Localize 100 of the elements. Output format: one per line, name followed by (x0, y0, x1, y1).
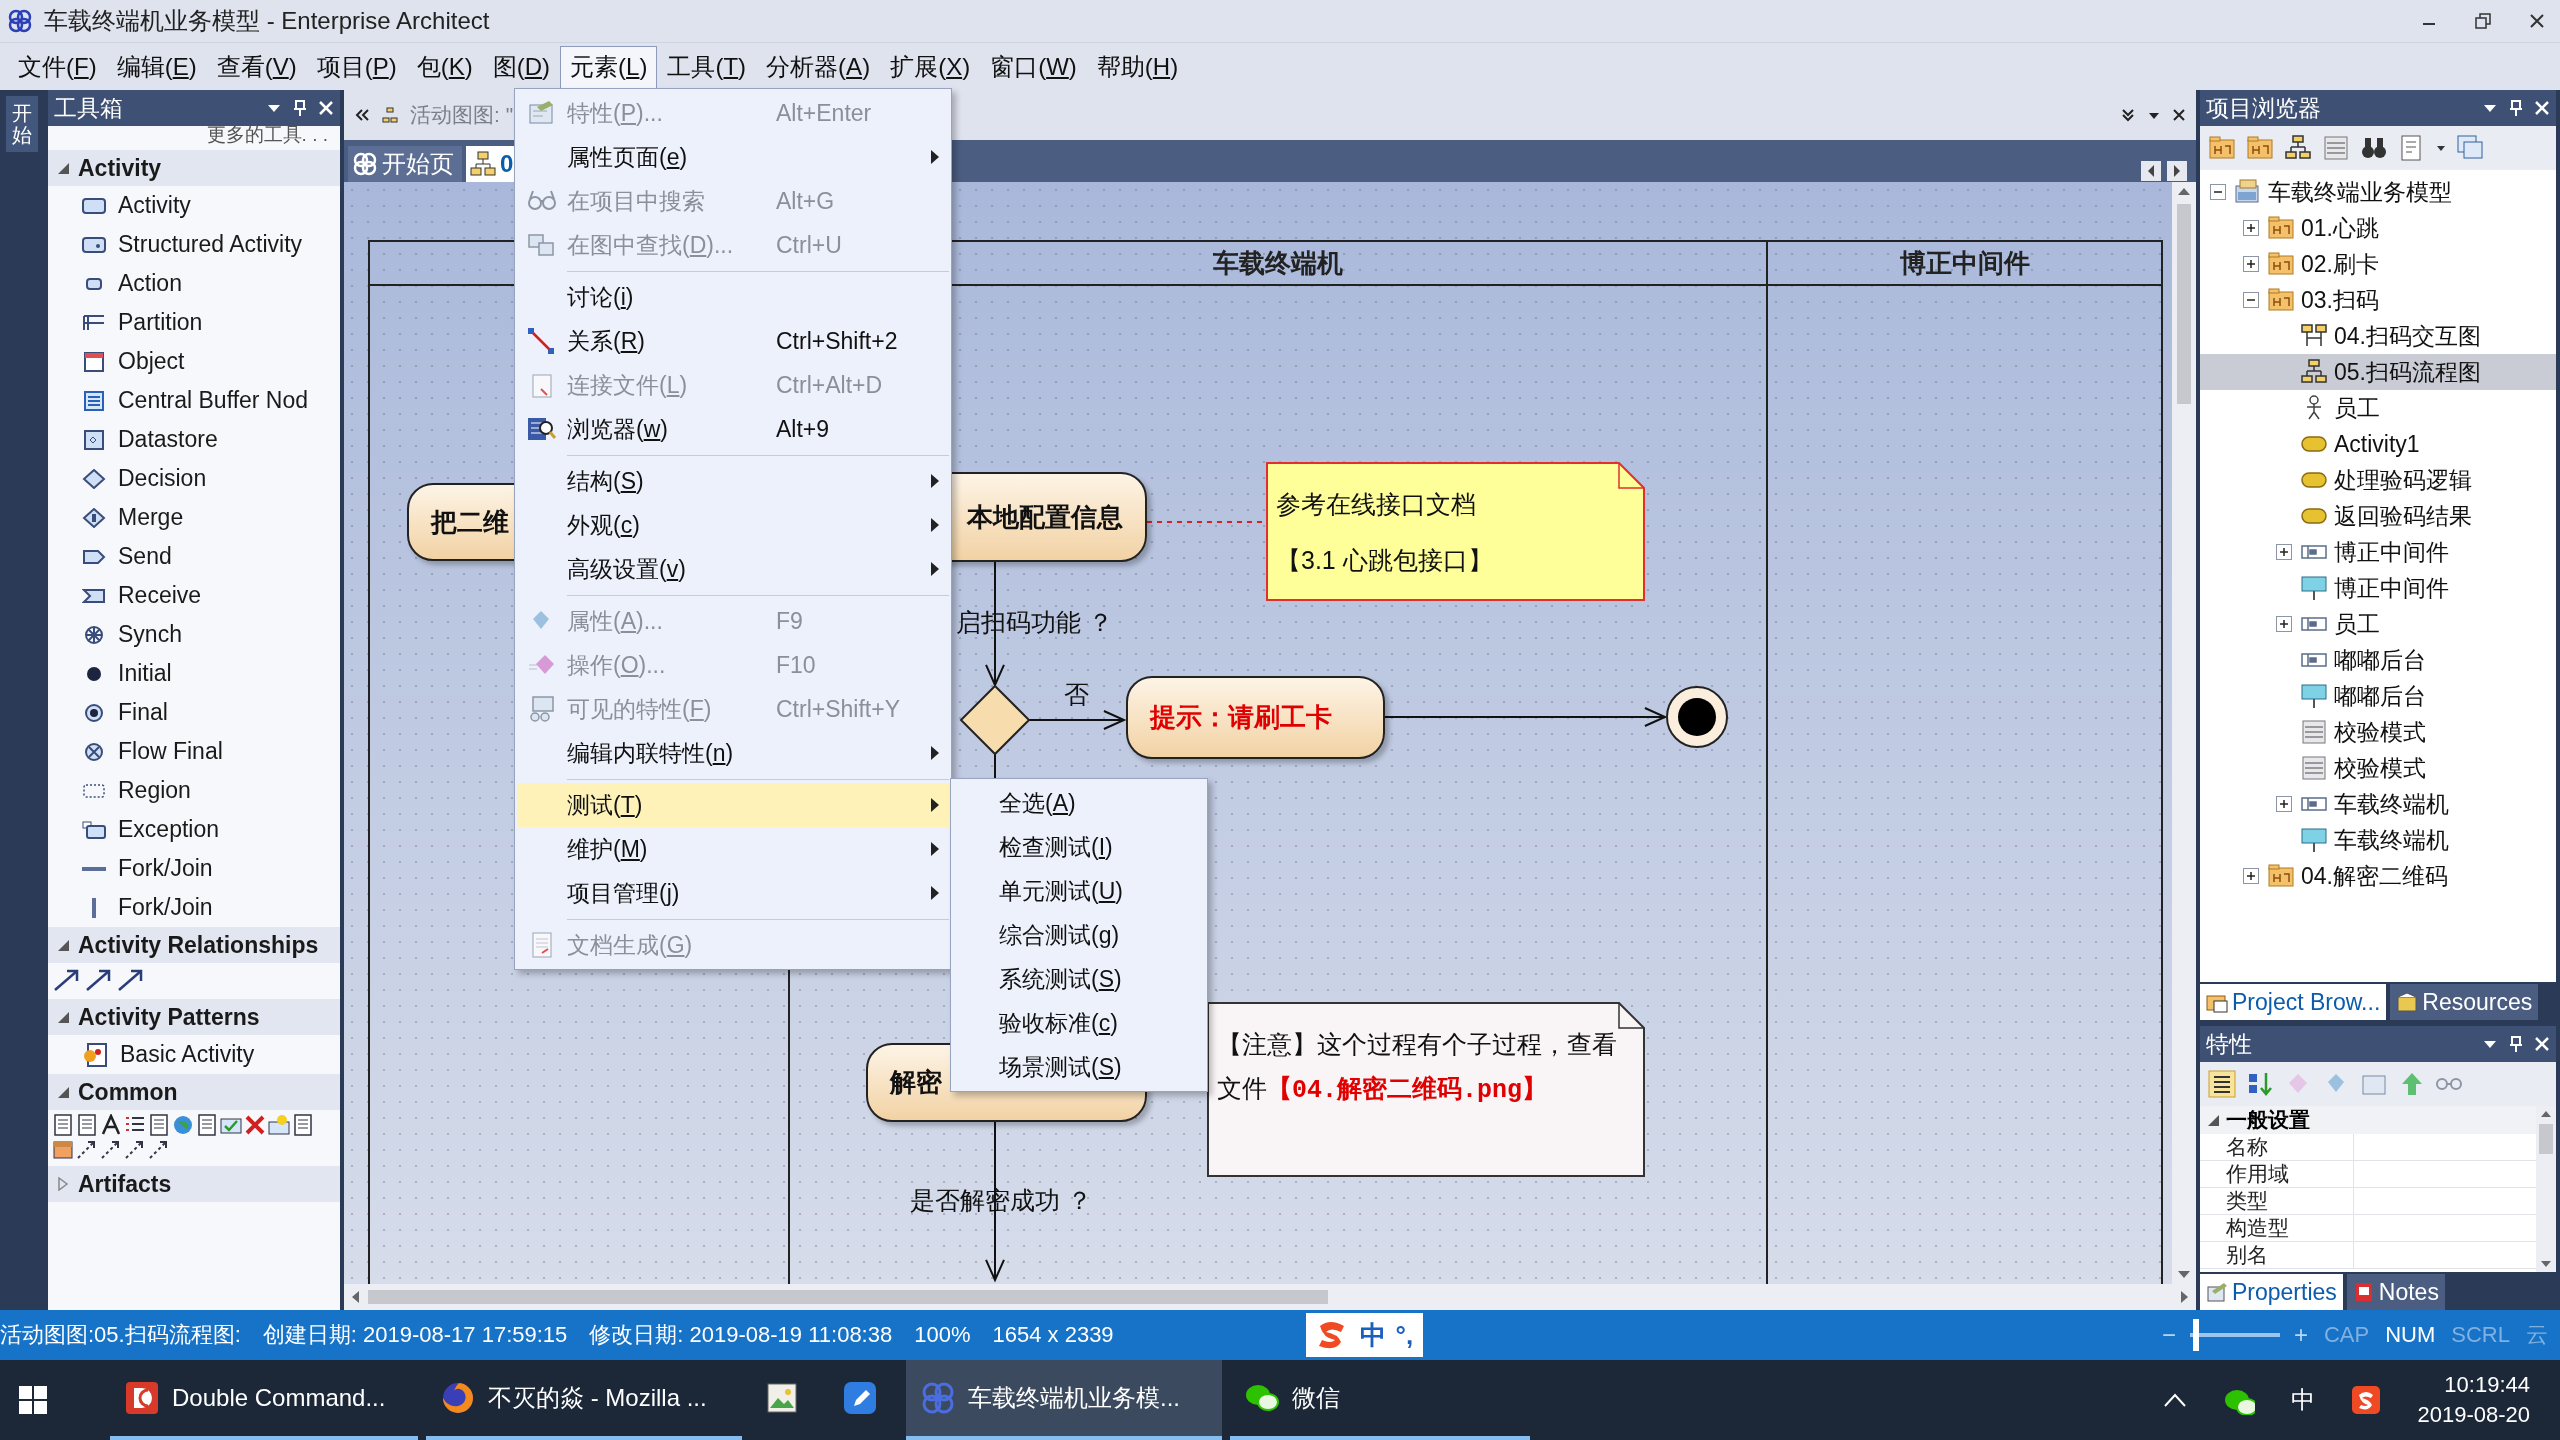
tree-item[interactable]: 返回验码结果 (2200, 498, 2556, 534)
scroll-left-icon[interactable] (350, 1290, 360, 1304)
expand-icon[interactable] (2243, 220, 2259, 236)
tree-item[interactable]: 车载终端业务模型 (2200, 174, 2556, 210)
pin-icon[interactable] (2508, 99, 2524, 117)
panel-tab[interactable]: Resources (2390, 984, 2539, 1020)
taskbar-app[interactable]: 微信 (1230, 1360, 1530, 1440)
menu-item[interactable]: 编辑内联特性(n) (517, 731, 949, 775)
menu-item[interactable]: 外观(c) (517, 503, 949, 547)
document-tab[interactable]: 开始页 (348, 146, 462, 182)
menu-item[interactable]: 高级设置(v) (517, 547, 949, 591)
property-group[interactable]: 一般设置 (2200, 1106, 2536, 1134)
menu-item[interactable]: 包(K) (406, 45, 483, 88)
taskbar-app[interactable]: 车载终端机业务模... (906, 1360, 1222, 1440)
package-icon[interactable] (2208, 134, 2236, 162)
chevron-up-icon[interactable] (2163, 1392, 2188, 1408)
toolbox-item[interactable]: Action (48, 264, 340, 303)
tree-item[interactable]: Activity1 (2200, 426, 2556, 462)
close-icon[interactable] (2528, 12, 2546, 30)
categorized-icon[interactable] (2208, 1070, 2236, 1098)
menu-item[interactable]: 扩展(X) (880, 45, 981, 88)
dropdown-icon[interactable] (2436, 143, 2446, 153)
menu-item[interactable]: 工具(T) (657, 45, 757, 88)
sort-icon[interactable] (2246, 1070, 2274, 1098)
tree-item[interactable]: 01.心跳 (2200, 210, 2556, 246)
flowchart-icon[interactable] (2284, 134, 2312, 162)
expanded-icon[interactable] (56, 1085, 70, 1099)
menu-item[interactable]: 全选(A) (953, 781, 1205, 825)
toolbox-item[interactable]: Region (48, 771, 340, 810)
tree-item[interactable]: 员工 (2200, 606, 2556, 642)
close-icon[interactable] (2172, 108, 2186, 122)
menu-item[interactable]: 图(D) (482, 45, 561, 88)
side-tab[interactable]: 开始 (6, 96, 38, 152)
toolbox-item[interactable]: Synch (48, 615, 340, 654)
menu-item[interactable]: 单元测试(U) (953, 869, 1205, 913)
taskbar-app[interactable]: Double Command... (110, 1360, 418, 1440)
panel-tab[interactable]: Project Brow... (2200, 984, 2387, 1020)
scroll-left-icon[interactable] (2140, 160, 2162, 182)
expand-icon[interactable] (2276, 796, 2292, 812)
tree-item[interactable]: 校验模式 (2200, 750, 2556, 786)
toolbox-item[interactable]: Fork/Join (48, 888, 340, 927)
menu-item[interactable]: 编辑(E) (106, 45, 207, 88)
menu-item[interactable]: 文件(F) (8, 45, 107, 88)
toolbox-item[interactable]: Object (48, 342, 340, 381)
toolbox-item[interactable]: Structured Activity (48, 225, 340, 264)
menu-item[interactable]: 检查测试(I) (953, 825, 1205, 869)
toolbox-item[interactable]: Send (48, 537, 340, 576)
scroll-right-icon[interactable] (2180, 1290, 2190, 1304)
restore-icon[interactable] (2474, 12, 2492, 30)
ime-toolbar[interactable]: 中 °, (1305, 1313, 1424, 1357)
tree-item[interactable]: 车载终端机 (2200, 822, 2556, 858)
tree-item[interactable]: 校验模式 (2200, 714, 2556, 750)
toolbox-item[interactable]: Decision (48, 459, 340, 498)
pin-icon[interactable] (292, 99, 308, 117)
expand-icon[interactable] (2243, 868, 2259, 884)
menu-item[interactable]: 场景测试(S) (953, 1045, 1205, 1089)
scroll-down-icon[interactable] (2177, 1270, 2191, 1280)
chevron-down-icon[interactable] (2120, 107, 2136, 123)
pin-icon[interactable] (2508, 1035, 2524, 1053)
menu-item[interactable]: 查看(V) (206, 45, 307, 88)
toolbox-item[interactable]: Initial (48, 654, 340, 693)
expand-icon[interactable] (2276, 616, 2292, 632)
toolbox-section[interactable]: Activity Patterns (48, 999, 340, 1035)
expand-icon[interactable] (2243, 256, 2259, 272)
menu-item[interactable]: 帮助(H) (1086, 45, 1189, 88)
panel-tab[interactable]: Properties (2200, 1274, 2343, 1310)
toolbox-section[interactable]: Activity (48, 150, 340, 186)
scroll-up-icon[interactable] (2177, 186, 2191, 196)
toolbox-section[interactable]: Artifacts (48, 1166, 340, 1202)
toolbox-item[interactable]: Flow Final (48, 732, 340, 771)
menu-item[interactable]: 结构(S) (517, 459, 949, 503)
toolbox-item[interactable]: Central Buffer Nod (48, 381, 340, 420)
tree-item[interactable]: 03.扫码 (2200, 282, 2556, 318)
menu-item[interactable]: 系统测试(S) (953, 957, 1205, 1001)
tree-item[interactable]: 车载终端机 (2200, 786, 2556, 822)
toolbox-section[interactable]: Activity Relationships (48, 927, 340, 963)
tree-item[interactable]: 博正中间件 (2200, 570, 2556, 606)
tree-item[interactable]: 嘟嘟后台 (2200, 642, 2556, 678)
expand-icon[interactable] (2276, 544, 2292, 560)
expanded-icon[interactable] (56, 1010, 70, 1024)
slider-thumb[interactable] (2192, 1319, 2199, 1351)
scrollbar-thumb[interactable] (2177, 204, 2191, 404)
menu-item[interactable]: 验收标准(c) (953, 1001, 1205, 1045)
menu-item[interactable]: 关系(R) Ctrl+Shift+2 (517, 319, 949, 363)
toolbox-item[interactable]: Datastore (48, 420, 340, 459)
collapse-icon[interactable] (2210, 184, 2226, 200)
menu-item[interactable]: 综合测试(g) (953, 913, 1205, 957)
menu-item[interactable]: 维护(M) (517, 827, 949, 871)
scroll-down-icon[interactable] (2540, 1260, 2552, 1268)
tree-item[interactable]: 02.刷卡 (2200, 246, 2556, 282)
package-icon[interactable] (2246, 134, 2274, 162)
expanded-icon[interactable] (56, 938, 70, 952)
toolbox-item[interactable]: Basic Activity (48, 1035, 340, 1074)
toolbox-item[interactable]: Partition (48, 303, 340, 342)
expanded-icon[interactable] (2206, 1113, 2220, 1127)
toolbox-item[interactable]: Receive (48, 576, 340, 615)
toolbox-item[interactable]: Activity (48, 186, 340, 225)
scroll-up-icon[interactable] (2540, 1110, 2552, 1118)
scroll-right-icon[interactable] (2166, 160, 2188, 182)
scrollbar-thumb[interactable] (368, 1290, 1328, 1304)
